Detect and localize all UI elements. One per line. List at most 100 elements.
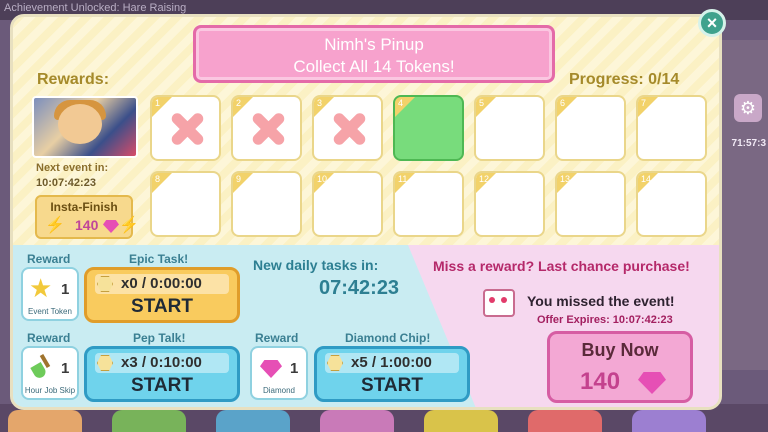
start-label: START	[361, 375, 423, 396]
diamond-chip-progress: x5 / 1:00:00	[325, 353, 459, 373]
nav-tab[interactable]	[8, 410, 82, 432]
collected-x-icon	[250, 111, 286, 147]
slot-number-corner: 5	[476, 97, 496, 117]
offer-expires-text: Offer Expires: 10:07:42:23	[537, 314, 673, 326]
progress-label: Progress: 0/14	[569, 71, 680, 88]
slot-number: 14	[641, 174, 652, 184]
token-slot: 1	[150, 95, 221, 161]
collected-x-icon	[331, 111, 367, 147]
side-panel: ⚙ 71:57:3	[720, 40, 768, 370]
slot-number: 5	[479, 98, 485, 108]
token-slot: 11	[393, 171, 464, 237]
slot-number: 2	[236, 98, 242, 108]
token-slot: 10	[312, 171, 383, 237]
pep-talk-progress: x3 / 0:10:00	[95, 353, 229, 373]
nav-tab[interactable]	[320, 410, 394, 432]
reward-count: 1	[61, 281, 70, 298]
diamond-icon	[260, 360, 282, 378]
reward-label: Reward	[255, 331, 299, 345]
offer-title: Miss a reward? Last chance purchase!	[433, 258, 690, 274]
slot-number-corner: 11	[395, 173, 415, 193]
reward-pinup-image[interactable]	[32, 96, 138, 158]
token-slot: 9	[231, 171, 302, 237]
token-slot: 6	[555, 95, 626, 161]
diamond-chip-title: Diamond Chip!	[345, 331, 431, 345]
token-slot: 5	[474, 95, 545, 161]
epic-task-start-button[interactable]: x0 / 0:00:00 START	[84, 267, 240, 323]
insta-finish-label: Insta-Finish	[50, 200, 118, 214]
slot-number: 4	[398, 98, 404, 108]
event-subtitle: Collect All 14 Tokens!	[293, 57, 455, 76]
token-slot: 12	[474, 171, 545, 237]
slot-number: 3	[317, 98, 323, 108]
event-modal: Nimh's Pinup Collect All 14 Tokens! Rewa…	[10, 14, 722, 410]
daily-tasks-timer: 07:42:23	[319, 277, 400, 299]
token-slot: 2	[231, 95, 302, 161]
token-slot: 14	[636, 171, 707, 237]
epic-task-progress: x0 / 0:00:00	[95, 274, 229, 294]
token-slot: 4	[393, 95, 464, 161]
next-event-label: Next event in:	[36, 162, 109, 174]
character-face	[58, 104, 102, 144]
reward-caption: Diamond	[262, 386, 295, 395]
epic-task-title: Epic Task!	[129, 252, 189, 266]
buy-now-label: Buy Now	[581, 340, 659, 360]
slot-number: 8	[155, 174, 161, 184]
event-title: Nimh's Pinup	[324, 35, 424, 54]
nav-tab[interactable]	[632, 410, 706, 432]
side-timer: 71:57:3	[731, 138, 766, 149]
slot-number: 9	[236, 174, 242, 184]
slot-number-corner: 12	[476, 173, 496, 193]
nav-tab[interactable]	[528, 410, 602, 432]
slot-number: 6	[560, 98, 566, 108]
token-slot: 8	[150, 171, 221, 237]
reward-hour-job-skip: 1 Hour Job Skip	[21, 346, 79, 400]
collected-x-icon	[169, 111, 205, 147]
slot-number-corner: 13	[557, 173, 577, 193]
slot-number: 11	[398, 174, 408, 184]
reward-event-token: ★ 1 Event Token	[21, 267, 79, 321]
rewards-label: Rewards:	[37, 71, 110, 88]
star-icon: ★	[29, 273, 53, 303]
slot-number-corner: 10	[314, 173, 334, 193]
diamond-icon	[103, 220, 119, 233]
nav-tab[interactable]	[424, 410, 498, 432]
reward-caption: Hour Job Skip	[24, 386, 76, 395]
missed-event-text: You missed the event!	[527, 293, 675, 309]
insta-finish-button[interactable]: Insta-Finish ⚡ 140 ⚡	[35, 195, 139, 239]
diamond-icon	[638, 372, 666, 394]
token-slot: 3	[312, 95, 383, 161]
nav-tab[interactable]	[216, 410, 290, 432]
reward-label: Reward	[27, 252, 71, 266]
slot-number-corner: 6	[557, 97, 577, 117]
buy-now-cost: 140	[580, 368, 621, 395]
daily-tasks-label: New daily tasks in:	[253, 257, 379, 273]
next-event-timer: 10:07:42:23	[36, 177, 96, 189]
slot-number: 13	[560, 174, 571, 184]
nav-tab[interactable]	[112, 410, 186, 432]
shovel-icon	[31, 354, 51, 378]
close-button[interactable]: ×	[698, 9, 726, 37]
token-grid: 1 2 3 4 5 6 7 8 9 10 11 12 13 14	[150, 95, 710, 239]
pep-talk-start-button[interactable]: x3 / 0:10:00 START	[84, 346, 240, 402]
slot-number: 12	[479, 174, 490, 184]
gift-box-icon	[483, 289, 515, 317]
gear-icon[interactable]: ⚙	[734, 94, 762, 122]
slot-number-corner: 4	[395, 97, 415, 117]
slot-number: 7	[641, 98, 647, 108]
lightning-icon: ⚡	[119, 217, 139, 234]
buy-now-button[interactable]: Buy Now 140	[547, 331, 693, 403]
token-slot: 7	[636, 95, 707, 161]
reward-label: Reward	[27, 331, 71, 345]
reward-count: 1	[61, 360, 70, 377]
insta-finish-cost: 140	[75, 217, 99, 233]
pep-talk-title: Pep Talk!	[133, 331, 186, 345]
token-slot: 13	[555, 171, 626, 237]
lightning-icon: ⚡	[45, 217, 65, 234]
slot-number-corner: 7	[638, 97, 658, 117]
start-label: START	[131, 375, 193, 396]
reward-count: 1	[290, 360, 299, 377]
reward-diamond: 1 Diamond	[250, 346, 308, 400]
diamond-chip-start-button[interactable]: x5 / 1:00:00 START	[314, 346, 470, 402]
start-label: START	[131, 296, 193, 317]
